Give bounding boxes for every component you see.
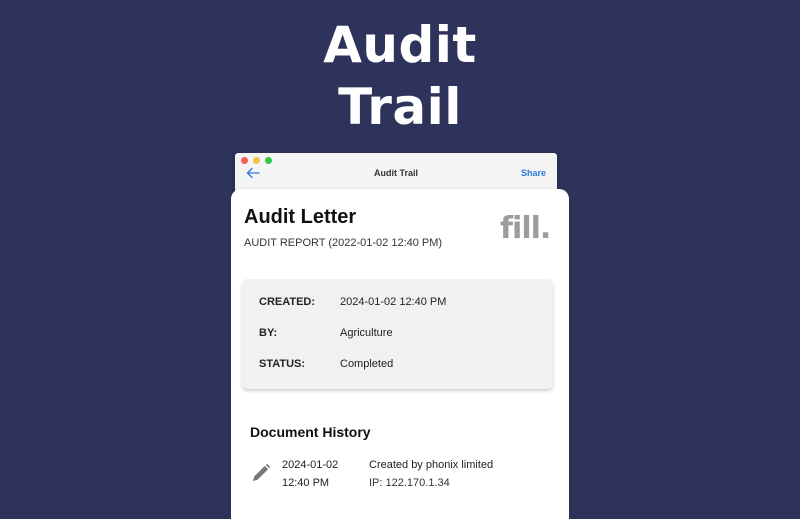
history-entry-description: Created by phonix limited	[369, 459, 494, 471]
status-label: STATUS:	[259, 358, 306, 370]
by-value: Agriculture	[340, 327, 393, 339]
history-entry-time: 12:40 PM	[282, 477, 330, 489]
by-label: BY:	[259, 327, 278, 339]
pencil-icon	[253, 463, 271, 481]
document-subtitle: AUDIT REPORT (2022-01-02 12:40 PM)	[244, 237, 443, 249]
hero-title: Audit Trail	[0, 14, 800, 138]
fill-logo: fill.	[500, 211, 551, 246]
share-button[interactable]: Share	[521, 168, 546, 178]
window-title: Audit Trail	[373, 168, 418, 178]
audit-info-box: CREATED: 2024-01-02 12:40 PM BY: Agricul…	[242, 279, 553, 389]
created-value: 2024-01-02 12:40 PM	[340, 296, 447, 308]
status-value: Completed	[340, 358, 394, 370]
history-entry-date: 2024-01-02	[282, 459, 339, 471]
hero-title-line-2: Trail	[338, 78, 462, 136]
history-entry: 2024-01-02 12:40 PM Created by phonix li…	[250, 459, 550, 499]
minimize-window-button[interactable]	[253, 157, 260, 164]
created-label: CREATED:	[259, 296, 316, 308]
history-entry-ip: IP: 122.170.1.34	[369, 477, 450, 489]
document-title: Audit Letter	[244, 206, 357, 228]
hero-title-line-1: Audit	[323, 16, 477, 74]
audit-document-card: Audit Letter AUDIT REPORT (2022-01-02 12…	[231, 189, 569, 519]
window-controls	[241, 157, 272, 164]
zoom-window-button[interactable]	[265, 157, 272, 164]
document-history-title: Document History	[250, 424, 371, 440]
close-window-button[interactable]	[241, 157, 248, 164]
